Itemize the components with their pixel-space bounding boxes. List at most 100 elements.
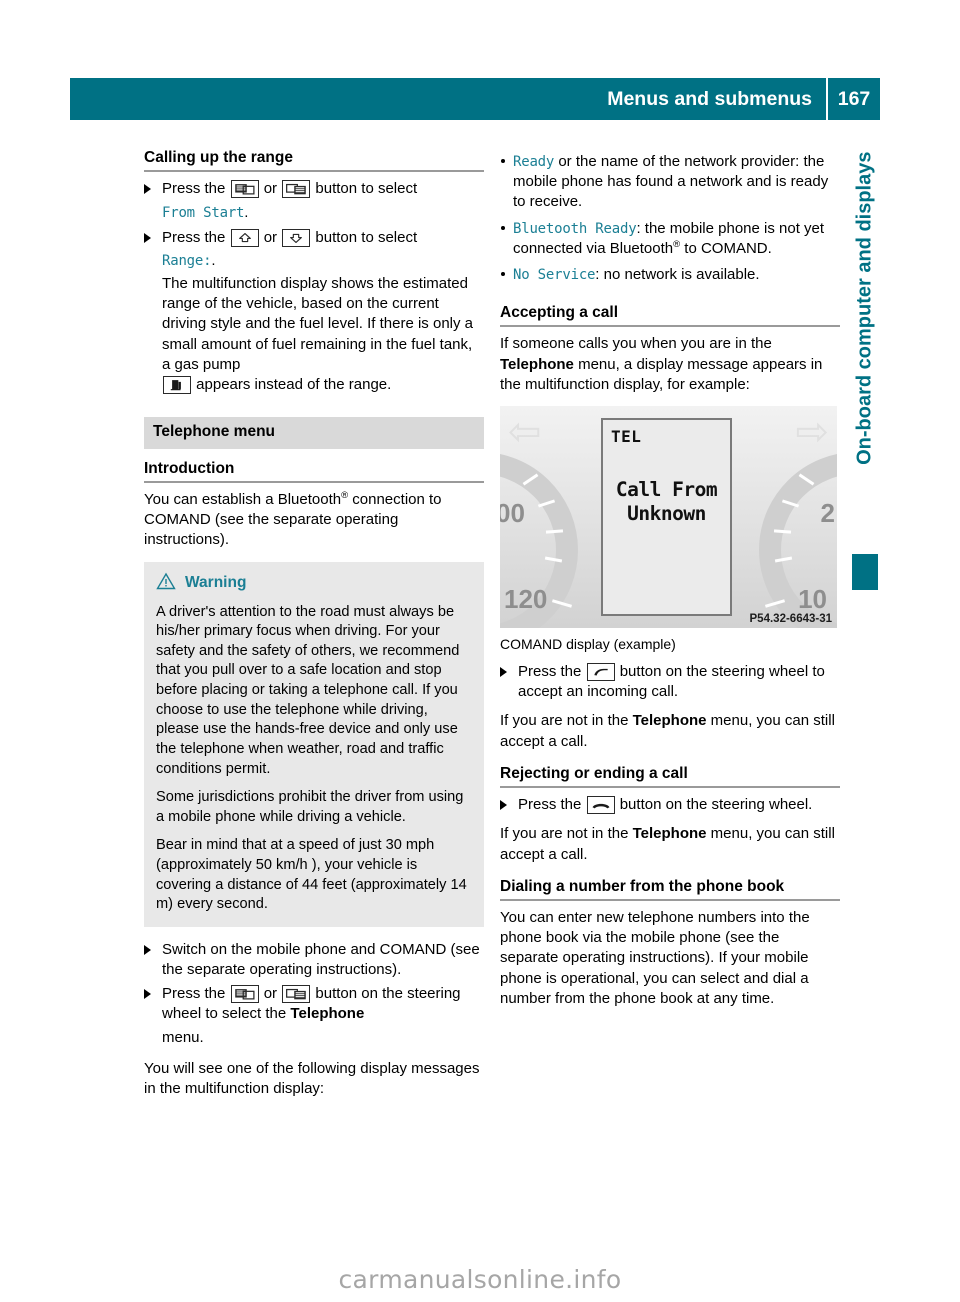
step-value-line: Range:. [144, 251, 484, 271]
bullet-dot-icon [501, 225, 505, 230]
mfd-message: Call From Unknown [603, 478, 730, 526]
gas-pump-icon [163, 375, 191, 394]
heading-rule [144, 170, 484, 173]
warning-paragraph: Some jurisdictions prohibit the driver f… [156, 789, 464, 825]
step-or-text: or [263, 228, 278, 246]
dialing-paragraph: You can enter new telephone numbers into… [500, 909, 810, 1007]
phone-reject-button-icon [586, 796, 615, 815]
warning-paragraph: A driver's attention to the road must al… [156, 603, 460, 777]
panel-right-button-icon [282, 180, 311, 199]
chapter-side-tab-marker [852, 554, 878, 590]
step-item: Press the or button to select [144, 228, 484, 248]
step-text-after: button to select [315, 228, 418, 246]
heading-rule [500, 325, 840, 328]
step-bullet-icon [144, 232, 151, 243]
accepting-intro-paragraph: If someone calls you when you are in the… [500, 334, 840, 395]
step-text: Press the [162, 985, 226, 1003]
list-item: No Service: no network is available. [500, 265, 840, 285]
heading-rule [500, 899, 840, 902]
accepting-note-part-1: If you are not in the [500, 712, 629, 730]
menu-value-from-start: From Start [162, 204, 245, 221]
gauge-label-right-lower: 10 [798, 583, 827, 614]
step-text: Press the [162, 180, 226, 198]
gauge-label-right-upper: 2 [820, 497, 835, 528]
closing-paragraph: You will see one of the following displa… [144, 1059, 480, 1097]
step-value-suffix: . [211, 251, 216, 269]
gauge-label-left-lower: 120 [504, 583, 548, 614]
list-item: Ready or the name of the network provide… [500, 152, 840, 213]
step-bullet-icon [500, 667, 507, 678]
mfd-message-line-2: Unknown [627, 501, 706, 525]
step-text: Switch on the mobile phone and COMAND (s… [162, 940, 480, 979]
left-turn-signal-icon: ⇦ [508, 409, 542, 454]
gauge-label-left-upper: 00 [500, 497, 525, 528]
step-bullet-icon [500, 800, 507, 811]
panel-right-button-icon [282, 985, 311, 1004]
heading-rule [500, 786, 840, 789]
step-note-text: The multifunction display shows the esti… [162, 275, 474, 373]
step-value-suffix: . [244, 203, 249, 221]
step-note: The multifunction display shows the esti… [144, 274, 484, 375]
rejecting-note-part-1: If you are not in the [500, 825, 629, 843]
step-bullet-icon [144, 184, 151, 195]
accepting-note-paragraph: If you are not in the Telephone menu, yo… [500, 711, 840, 751]
heading-rule [144, 481, 484, 484]
term-telephone: Telephone [500, 355, 574, 373]
page-header-bar: Menus and submenus 167 [70, 78, 880, 120]
arrow-up-button-icon [230, 228, 259, 247]
introduction-paragraph: You can establish a Bluetooth® connectio… [144, 490, 484, 551]
menu-value-range: Range: [162, 252, 212, 269]
introduction-text-part-1: You can establish a Bluetooth [144, 491, 342, 509]
status-description: : no network is available. [595, 265, 760, 283]
step-item: Press the button on the steering wheel. [500, 795, 840, 815]
status-value-ready: Ready [513, 154, 555, 170]
step-or-text: or [263, 985, 278, 1003]
step-text: Press the [518, 663, 582, 681]
step-note-tail-text: appears instead of the range. [196, 375, 392, 393]
panel-left-button-icon [230, 985, 259, 1004]
figure-caption: COMAND display (example) [500, 635, 676, 652]
step-item: Switch on the mobile phone and COMAND (s… [144, 940, 484, 980]
step-item: Press the or button to select [144, 179, 484, 199]
figure-reference-code: P54.32-6643-31 [749, 612, 832, 625]
step-text-after: button to select [315, 180, 418, 198]
warning-paragraph: Bear in mind that at a speed of just 30 … [156, 837, 467, 913]
chapter-side-tab-label: On-board computer and displays [853, 151, 876, 465]
warning-header: Warning [156, 572, 472, 595]
warning-triangle-icon [156, 572, 176, 595]
rejecting-note-paragraph: If you are not in the Telephone menu, yo… [500, 824, 840, 864]
term-telephone: Telephone [632, 825, 707, 843]
accepting-intro-part-1: If someone calls you when you are in the [500, 335, 772, 353]
term-telephone: Telephone [290, 1005, 365, 1023]
section-heading-rejecting-or-ending-a-call: Rejecting or ending a call [500, 764, 688, 782]
step-continuation: menu. [162, 1028, 204, 1046]
chapter-side-tab: On-board computer and displays [852, 150, 878, 590]
status-value-no-service: No Service [513, 266, 596, 283]
warning-box: Warning A driver's attention to the road… [144, 561, 484, 927]
section-heading-introduction: Introduction [144, 459, 235, 477]
watermark: carmanualsonline.info [338, 1265, 622, 1294]
step-or-text: or [263, 180, 278, 198]
section-heading-calling-up-the-range: Calling up the range [144, 149, 293, 166]
arrow-down-button-icon [282, 228, 311, 247]
mfd-message-line-1: Call From [615, 477, 718, 501]
section-heading-dialing-a-number: Dialing a number from the phone book [500, 877, 785, 895]
mfd-title: TEL [611, 426, 642, 446]
page-number: 167 [837, 87, 871, 110]
panel-left-button-icon [230, 180, 259, 199]
left-column: Calling up the range Press the or button… [144, 148, 484, 1110]
status-description-tail: to COMAND. [680, 239, 772, 257]
step-item: Press the button on the steering wheel t… [500, 662, 840, 702]
bullet-dot-icon [501, 159, 505, 163]
comand-display-figure: ⇦ ⇨ 00 120 2 10 TEL Call From Unknown P5… [500, 405, 837, 628]
multifunction-display-screen: TEL Call From Unknown [601, 417, 732, 616]
status-description: or the name of the network provider: the… [513, 153, 829, 211]
step-bullet-icon [144, 944, 151, 955]
page-title: Menus and submenus [607, 87, 812, 110]
status-value-bluetooth-ready: Bluetooth Ready [513, 220, 637, 237]
bullet-dot-icon [501, 271, 505, 276]
section-heading-accepting-a-call: Accepting a call [500, 304, 619, 322]
phone-accept-button-icon [586, 663, 615, 682]
step-text-after: button on the steering wheel. [619, 796, 813, 814]
term-telephone: Telephone [632, 712, 707, 730]
